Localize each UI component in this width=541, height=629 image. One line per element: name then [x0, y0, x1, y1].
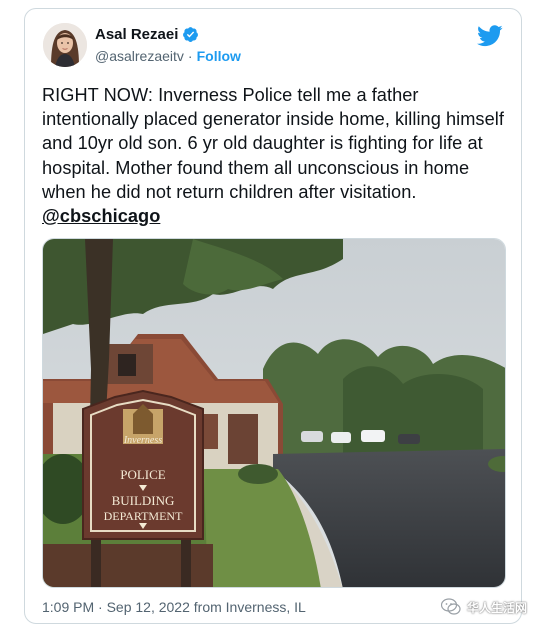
sign-line-police: POLICE [120, 467, 166, 482]
sign-line-department: DEPARTMENT [104, 509, 184, 523]
tweet-card: Asal Rezaei @asalrezaeitv · Follow RIGHT… [24, 8, 527, 624]
mention-link[interactable]: @cbschicago [42, 206, 160, 226]
separator-dot: · [187, 48, 193, 64]
tweet-photo[interactable]: Inverness POLICE BUILDING DEPARTMENT [42, 238, 506, 588]
tweet-header: Asal Rezaei @asalrezaeitv · Follow [43, 23, 505, 73]
author-handle[interactable]: @asalrezaeitv [95, 48, 184, 64]
author-name-line: Asal Rezaei [95, 26, 199, 43]
watermark: 华人生活网 [440, 598, 527, 616]
sign-logo-text: Inverness [123, 435, 162, 446]
tweet-text: RIGHT NOW: Inverness Police tell me a fa… [42, 85, 504, 202]
avatar[interactable] [43, 23, 87, 67]
follow-button[interactable]: Follow [197, 48, 241, 64]
author-handle-line: @asalrezaeitv · Follow [95, 48, 241, 64]
verified-badge-icon [182, 26, 199, 43]
tweet-body: RIGHT NOW: Inverness Police tell me a fa… [42, 83, 504, 228]
tweet-timestamp[interactable]: 1:09 PM · Sep 12, 2022 from Inverness, I… [42, 599, 306, 615]
watermark-text: 华人生活网 [466, 600, 527, 615]
author-name[interactable]: Asal Rezaei [95, 26, 178, 43]
wechat-icon [440, 598, 461, 616]
sign-line-building: BUILDING [112, 493, 175, 508]
twitter-bird-icon[interactable] [477, 25, 503, 47]
